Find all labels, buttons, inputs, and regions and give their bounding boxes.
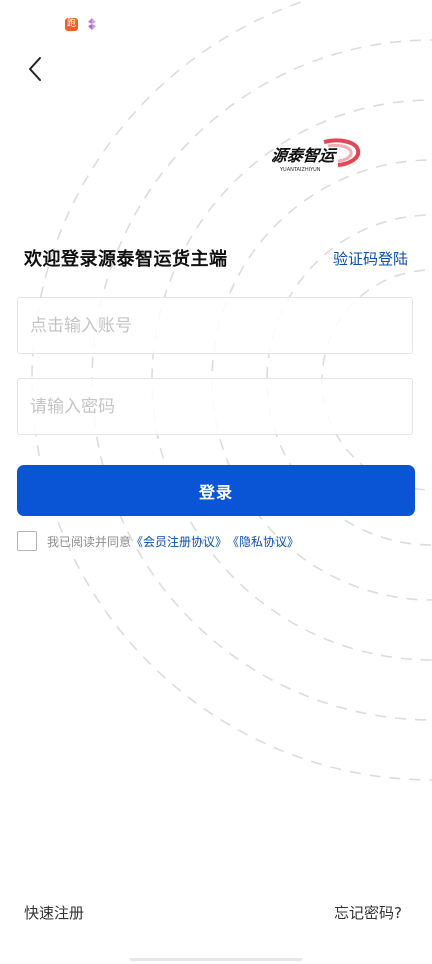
pinwheel-icon: [88, 18, 96, 30]
app-notification-icon: 跑: [65, 18, 78, 31]
sms-login-link[interactable]: 验证码登陆: [333, 248, 408, 269]
brand-logo: 源泰智运 YUANTAIZHIYUN: [272, 138, 361, 173]
back-button[interactable]: [20, 54, 50, 84]
password-field[interactable]: [17, 378, 413, 435]
member-agreement-link[interactable]: 《会员注册协议》: [131, 533, 227, 550]
home-indicator: [130, 958, 302, 961]
forgot-password-link[interactable]: 忘记密码?: [334, 902, 402, 923]
status-bar: 跑: [0, 0, 432, 48]
brand-name: 源泰智运: [272, 146, 338, 165]
account-input[interactable]: [18, 298, 412, 353]
agreement-row: 我已阅读并同意 《会员注册协议》 《隐私协议》: [17, 530, 299, 552]
page-title: 欢迎登录源泰智运货主端: [24, 249, 228, 270]
privacy-agreement-link[interactable]: 《隐私协议》: [227, 533, 299, 550]
chevron-left-icon: [29, 57, 41, 81]
password-input[interactable]: [18, 379, 412, 434]
login-button[interactable]: 登录: [17, 465, 415, 516]
quick-register-link[interactable]: 快速注册: [24, 902, 84, 923]
agreement-prefix: 我已阅读并同意: [47, 534, 132, 549]
agreement-checkbox[interactable]: [17, 531, 37, 551]
brand-pinyin: YUANTAIZHIYUN: [279, 167, 321, 173]
account-field[interactable]: [17, 297, 413, 354]
